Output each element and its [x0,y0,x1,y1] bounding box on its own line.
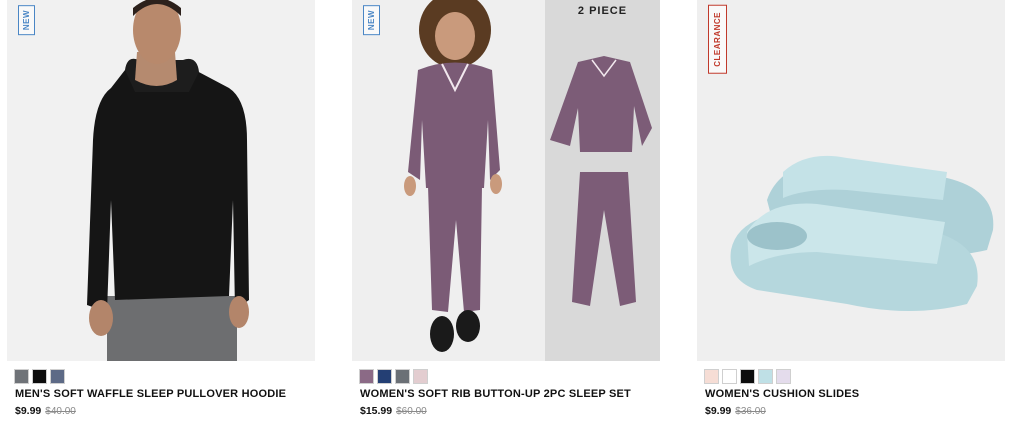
sale-price: $15.99 [360,405,393,417]
slides-illustration [730,155,994,311]
swatch-gray[interactable] [14,369,29,384]
product-title[interactable]: WOMEN'S SOFT RIB BUTTON-UP 2PC SLEEP SET [360,388,631,400]
product-price: $15.99 $60.00 [360,405,427,417]
product-image-slides[interactable]: CLEARANCE [697,0,1005,361]
sale-price: $9.99 [705,405,732,417]
swatch-black[interactable] [740,369,755,384]
sale-price: $9.99 [15,405,42,417]
product-price: $9.99 $36.00 [705,405,766,417]
color-swatches [704,369,791,384]
swatch-peach[interactable] [704,369,719,384]
swatch-mauve[interactable] [359,369,374,384]
color-swatches [14,369,65,384]
swatch-black[interactable] [32,369,47,384]
swatch-white[interactable] [722,369,737,384]
product-card-hoodie[interactable]: NEW MEN'S SOFT WAFFLE SLEEP PULLOVER HOO… [7,0,315,423]
original-price: $40.00 [45,406,76,417]
new-badge: NEW [18,5,35,36]
product-title[interactable]: MEN'S SOFT WAFFLE SLEEP PULLOVER HOODIE [15,388,286,400]
swatch-gray[interactable] [395,369,410,384]
new-badge: NEW [363,5,380,36]
swatch-navy[interactable] [377,369,392,384]
color-swatches [359,369,428,384]
swatch-slate-blue[interactable] [50,369,65,384]
product-image-hoodie[interactable]: NEW [7,0,315,361]
two-piece-label: 2 PIECE [577,5,628,17]
sleep-set-illustration [404,0,652,352]
original-price: $36.00 [735,406,766,417]
swatch-blush[interactable] [413,369,428,384]
product-title[interactable]: WOMEN'S CUSHION SLIDES [705,388,859,400]
swatch-lavender[interactable] [776,369,791,384]
product-card-slides[interactable]: CLEARANCE WOMEN'S CUSHION SLIDES $9.99 $3… [697,0,1005,423]
product-price: $9.99 $40.00 [15,405,76,417]
swatch-light-blue[interactable] [758,369,773,384]
hoodie-model-illustration [87,0,249,361]
product-image-sleep-set[interactable]: 2 PIECE NEW [352,0,660,361]
clearance-badge: CLEARANCE [708,5,727,74]
original-price: $60.00 [396,406,427,417]
product-card-sleep-set[interactable]: 2 PIECE NEW WOMEN'S SOFT RIB BUTTON-UP 2… [352,0,660,423]
